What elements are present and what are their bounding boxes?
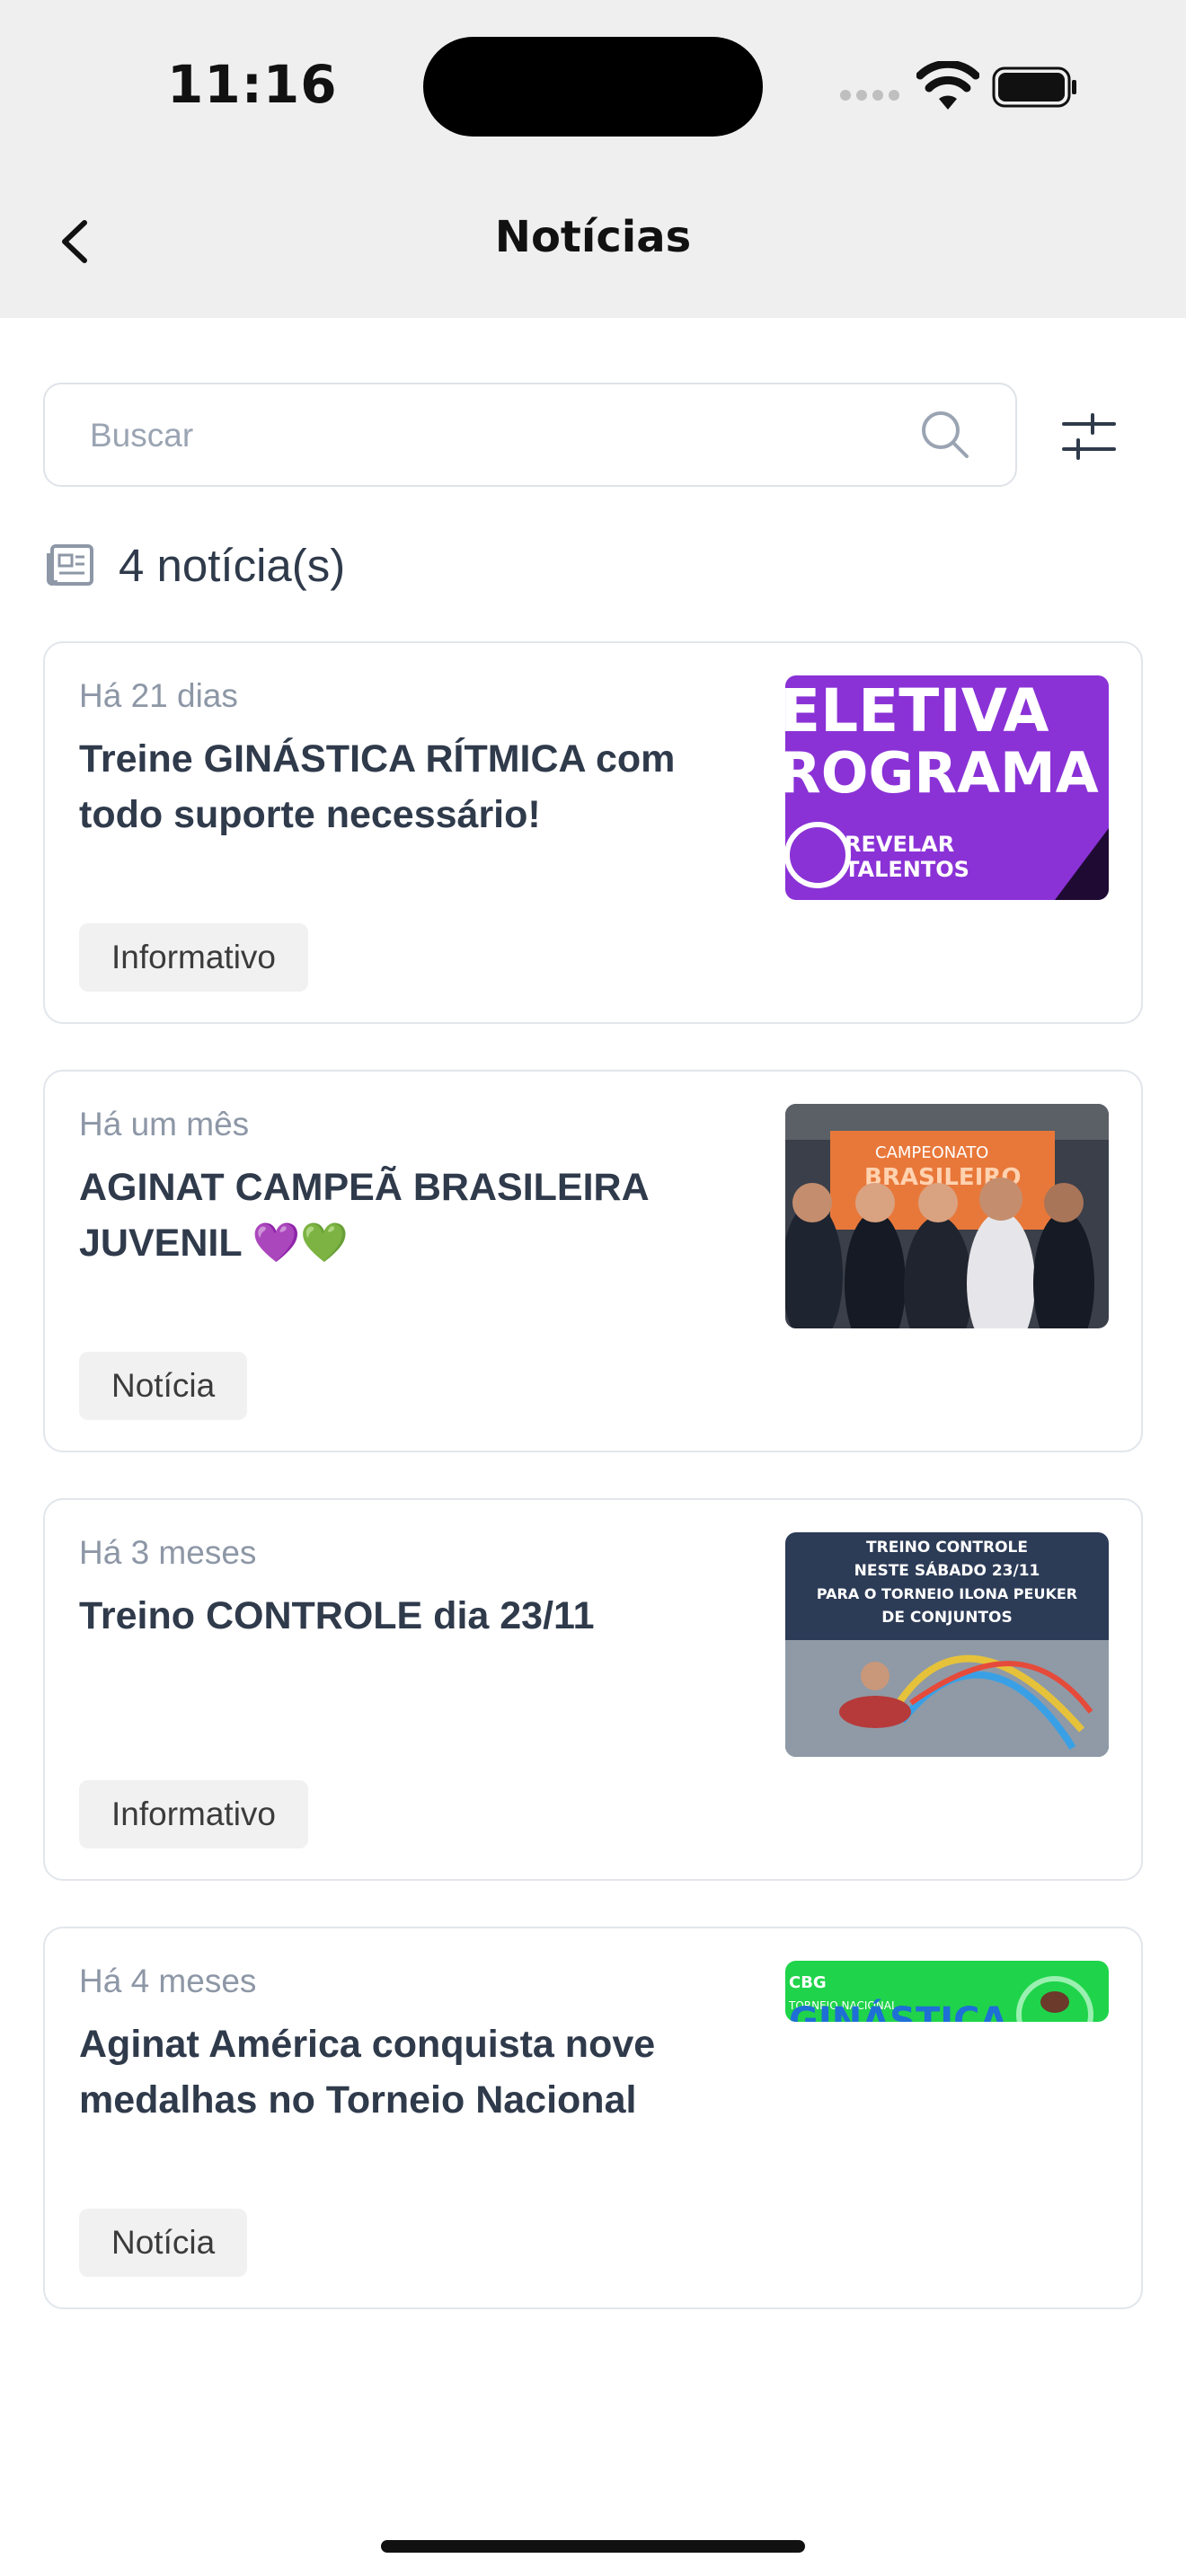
app-header: 11:16 Notícias [0, 0, 1186, 318]
status-time: 11:16 [167, 54, 338, 115]
wifi-icon [916, 61, 979, 110]
thumbnail-text: TREINO CONTROLE [866, 1539, 1028, 1557]
news-date: Há 4 meses [79, 1963, 257, 1999]
thumbnail-text: TALENTOS [845, 857, 969, 882]
thumbnail-text: DE CONJUNTOS [881, 1609, 1012, 1627]
news-title: Aginat América conquista nove medalhas n… [79, 2023, 656, 2122]
thumbnail-text: CBG [789, 1973, 827, 1992]
news-title: Treino CONTROLE dia 23/11 [79, 1594, 595, 1637]
news-category-tag: Notícia [79, 2209, 248, 2277]
news-date: Há 21 dias [79, 677, 238, 714]
news-thumbnail: ELETIVA ROGRAMA REVELAR TALENTOS [785, 675, 1109, 900]
news-date: Há 3 meses [79, 1534, 257, 1571]
news-category-tag: Informativo [79, 923, 309, 992]
news-card[interactable]: Há um mês AGINAT CAMPEÃ BRASILEIRA JUVEN… [43, 1070, 1143, 1452]
thumbnail-text: ELETIVA [785, 676, 1049, 745]
news-thumbnail: CAMPEONATO BRASILEIRO [785, 1104, 1109, 1328]
thumbnail-text: CAMPEONATO [875, 1143, 988, 1162]
battery-icon [992, 66, 1076, 108]
page-title: Notícias [494, 212, 692, 262]
news-thumbnail: CBG TORNEIO NACIONAL GINÁSTICA [785, 1961, 1109, 2022]
home-indicator[interactable] [381, 2540, 805, 2553]
filter-icon[interactable] [1053, 406, 1125, 467]
news-date: Há um mês [79, 1106, 250, 1142]
news-title: Treine GINÁSTICA RÍTMICA com todo suport… [79, 737, 676, 836]
search-input[interactable] [88, 384, 900, 487]
newspaper-icon [47, 544, 93, 586]
thumbnail-text: GINÁSTICA [789, 1998, 1007, 2022]
search-icon[interactable] [918, 408, 972, 462]
thumbnail-text: REVELAR [845, 832, 954, 857]
thumbnail-text: NESTE SÁBADO 23/11 [854, 1560, 1040, 1580]
thumbnail-text: ROGRAMA [785, 740, 1099, 806]
news-card[interactable]: Há 4 meses Aginat América conquista nove… [43, 1927, 1143, 2309]
news-card[interactable]: Há 3 meses Treino CONTROLE dia 23/11 Inf… [43, 1498, 1143, 1881]
news-thumbnail: TREINO CONTROLE NESTE SÁBADO 23/11 PARA … [785, 1532, 1109, 1757]
thumbnail-text: PARA O TORNEIO ILONA PEUKER [817, 1585, 1077, 1602]
results-count-label: 4 notícia(s) [119, 539, 346, 591]
dynamic-island [423, 37, 763, 137]
news-category-tag: Notícia [79, 1352, 248, 1420]
results-count: 4 notícia(s) [45, 534, 345, 596]
cellular-signal-icon [840, 90, 899, 101]
news-title: AGINAT CAMPEÃ BRASILEIRA JUVENIL 💜💚 [79, 1166, 649, 1265]
search-box[interactable] [43, 383, 1017, 487]
news-category-tag: Informativo [79, 1780, 309, 1848]
news-card[interactable]: Há 21 dias Treine GINÁSTICA RÍTMICA com … [43, 641, 1143, 1024]
